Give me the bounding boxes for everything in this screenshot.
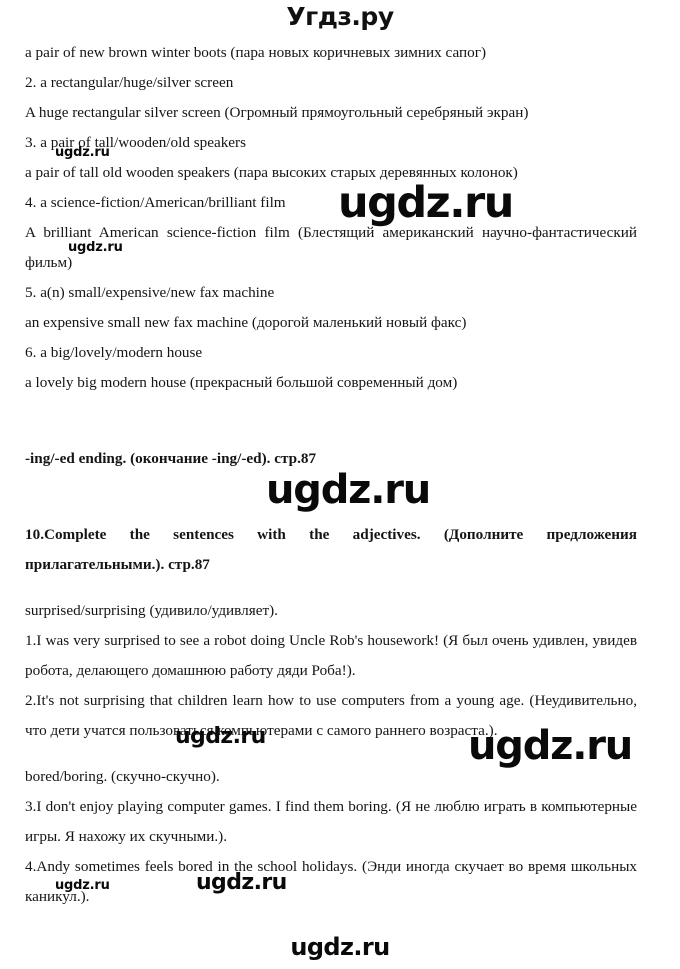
section-spacer-1 — [25, 398, 637, 444]
prompt-line-6: 6. a big/lovely/modern house — [25, 344, 203, 361]
prompt-line-3: 3. a pair of tall/wooden/old speakers — [25, 134, 246, 151]
answer-line-1b: a pair of new brown winter boots (пара н… — [25, 44, 487, 61]
task-10-heading: 10.Complete the sentences with the adjec… — [25, 526, 637, 573]
answer-line-5: an expensive small new fax machine (доро… — [25, 314, 467, 331]
sentence-3: 3.I don't enjoy playing computer games. … — [25, 798, 637, 845]
sentence-2: 2.It's not surprising that children lear… — [25, 692, 637, 739]
sentence-1: 1.I was very surprised to see a robot do… — [25, 632, 637, 679]
heading-ing-ed-ending: -ing/-ed ending. (окончание -ing/-ed). с… — [25, 450, 317, 467]
section-spacer-4 — [25, 746, 637, 762]
answer-line-3: a pair of tall old wooden speakers (пара… — [25, 164, 518, 181]
site-watermark-footer: ugdz.ru — [290, 933, 390, 961]
section-spacer-2 — [25, 474, 637, 520]
answer-line-2: A huge rectangular silver screen (Огромн… — [25, 104, 529, 121]
document-page: Угдз.ру a pair of new brown winter boots… — [0, 0, 680, 969]
section-spacer-3 — [25, 580, 637, 596]
word-pair-bored-boring: bored/boring. (скучно-скучно). — [25, 768, 220, 785]
prompt-line-5: 5. a(n) small/expensive/new fax machine — [25, 284, 275, 301]
sentence-4: 4.Andy sometimes feels bored in the scho… — [25, 858, 637, 905]
answer-line-4: A brilliant American science-fiction fil… — [25, 224, 637, 271]
document-body: a pair of new brown winter boots (пара н… — [25, 38, 637, 912]
site-watermark-header: Угдз.ру — [286, 2, 394, 31]
word-pair-surprised-surprising: surprised/surprising (удивило/удивляет). — [25, 602, 278, 619]
answer-line-6: a lovely big modern house (прекрасный бо… — [25, 374, 458, 391]
prompt-line-4: 4. a science-fiction/American/brilliant … — [25, 194, 286, 211]
prompt-line-2: 2. a rectangular/huge/silver screen — [25, 74, 234, 91]
